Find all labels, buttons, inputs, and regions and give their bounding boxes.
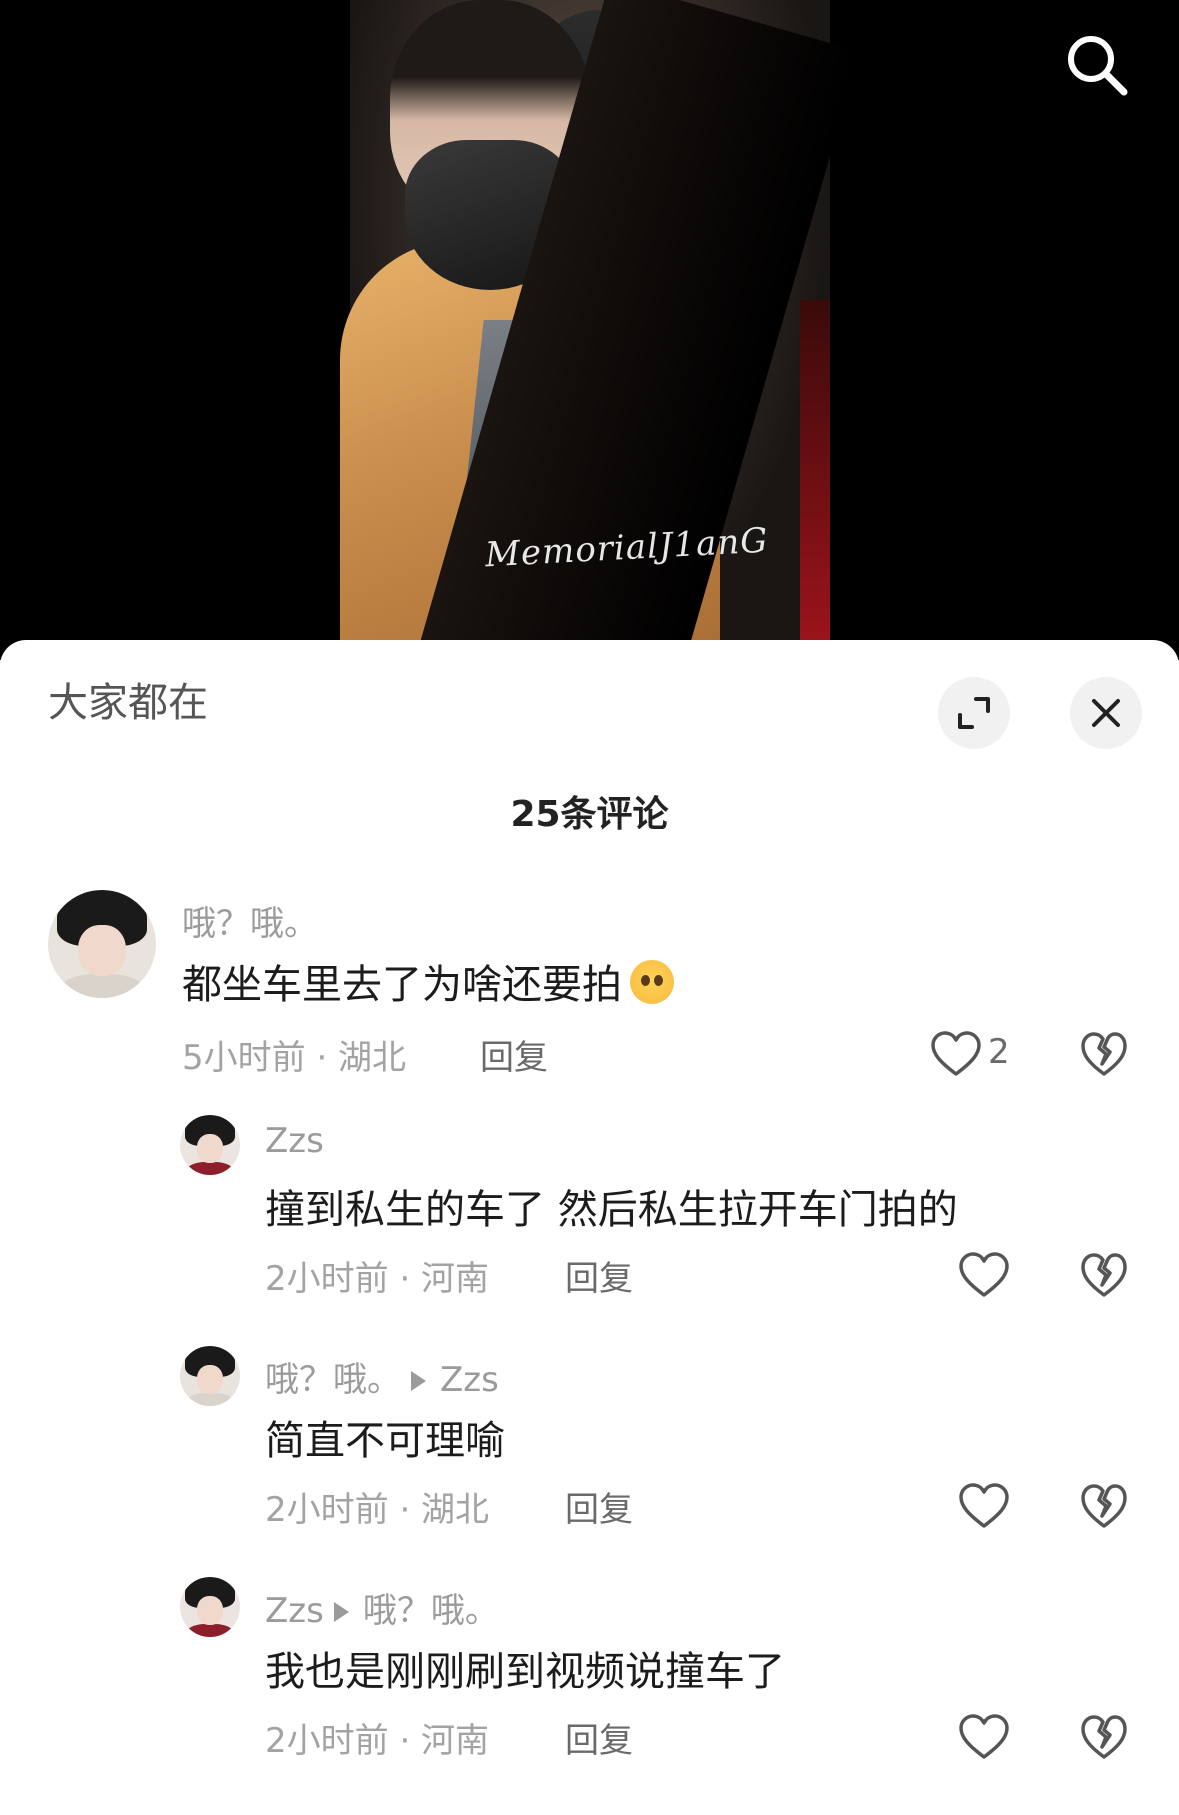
comment-meta: 2小时前 · 河南 [265, 1259, 490, 1299]
comment-username[interactable]: 哦？哦。 [265, 1360, 401, 1400]
reply-to-username[interactable]: Zzs [440, 1360, 499, 1400]
reply-item: Zzs 撞到私生的车了 然后私生拉开车门拍的 2小时前 · 河南 回复 [0, 1115, 1179, 1325]
expand-icon [958, 697, 990, 729]
comment-text: 我也是刚刚刷到视频说撞车了 [265, 1649, 785, 1695]
comment-item: 哦？哦。 都坐车里去了为啥还要拍 5小时前 · 湖北 回复 2 [0, 890, 1179, 1110]
video-player[interactable]: MemorialJ1anG [0, 0, 1179, 660]
reply-to-username[interactable]: 哦？哦。 [363, 1591, 499, 1631]
car-door-edge [800, 300, 830, 660]
comment-meta: 5小时前 · 湖北 [182, 1038, 407, 1078]
reply-arrow-icon [333, 1601, 349, 1622]
broken-heart-icon[interactable] [1080, 1030, 1128, 1078]
reply-arrow-icon [411, 1370, 426, 1391]
heart-outline-icon[interactable] [958, 1713, 1010, 1761]
like-count: 2 [988, 1032, 1010, 1072]
comment-text-content: 都坐车里去了为啥还要拍 [182, 962, 622, 1008]
search-suggestion-ticker[interactable]: 大家都在 [48, 670, 388, 720]
sheet-header: 大家都在 [0, 640, 1179, 749]
reply-item: Zzs 哦？哦。 我也是刚刚刷到视频说撞车了 2小时前 · 河南 回复 [0, 1577, 1179, 1787]
avatar[interactable] [180, 1346, 240, 1406]
comment-sheet: 大家都在 25条评论 哦？哦。 都坐车里去了为啥还要拍 5小时前 · 湖北 回复… [0, 640, 1179, 1815]
comment-username-line: 哦？哦。 Zzs [265, 1352, 499, 1401]
heart-outline-icon[interactable] [958, 1482, 1010, 1530]
reply-button[interactable]: 回复 [565, 1482, 633, 1531]
avatar[interactable] [180, 1115, 240, 1175]
reply-button[interactable]: 回复 [565, 1713, 633, 1762]
heart-outline-icon[interactable] [958, 1251, 1010, 1299]
close-button[interactable] [1070, 677, 1142, 749]
reply-button[interactable]: 回复 [480, 1030, 548, 1079]
comment-meta: 2小时前 · 河南 [265, 1721, 490, 1761]
avatar[interactable] [180, 1577, 240, 1637]
broken-heart-icon[interactable] [1080, 1713, 1128, 1761]
broken-heart-icon[interactable] [1080, 1482, 1128, 1530]
search-icon [1068, 36, 1128, 96]
comment-text: 简直不可理喻 [265, 1418, 505, 1464]
close-icon [1092, 699, 1120, 727]
comment-text: 撞到私生的车了 然后私生拉开车门拍的 [265, 1187, 958, 1233]
comment-username[interactable]: Zzs [265, 1591, 324, 1631]
crying-face-emoji-icon [630, 960, 674, 1004]
comment-username[interactable]: 哦？哦。 [182, 896, 318, 945]
comment-username[interactable]: Zzs [265, 1121, 324, 1161]
search-button[interactable] [1060, 28, 1132, 100]
comment-text: 都坐车里去了为啥还要拍 [182, 952, 674, 1010]
reply-button[interactable]: 回复 [565, 1251, 633, 1300]
comment-count-title: 25条评论 [510, 794, 669, 835]
avatar[interactable] [48, 890, 156, 998]
reply-item: 哦？哦。 Zzs 简直不可理喻 2小时前 · 湖北 回复 [0, 1346, 1179, 1556]
comment-username-line: Zzs 哦？哦。 [265, 1583, 499, 1632]
broken-heart-icon[interactable] [1080, 1251, 1128, 1299]
comment-meta: 2小时前 · 湖北 [265, 1490, 490, 1530]
heart-outline-icon[interactable] [930, 1030, 982, 1078]
expand-button[interactable] [938, 677, 1010, 749]
